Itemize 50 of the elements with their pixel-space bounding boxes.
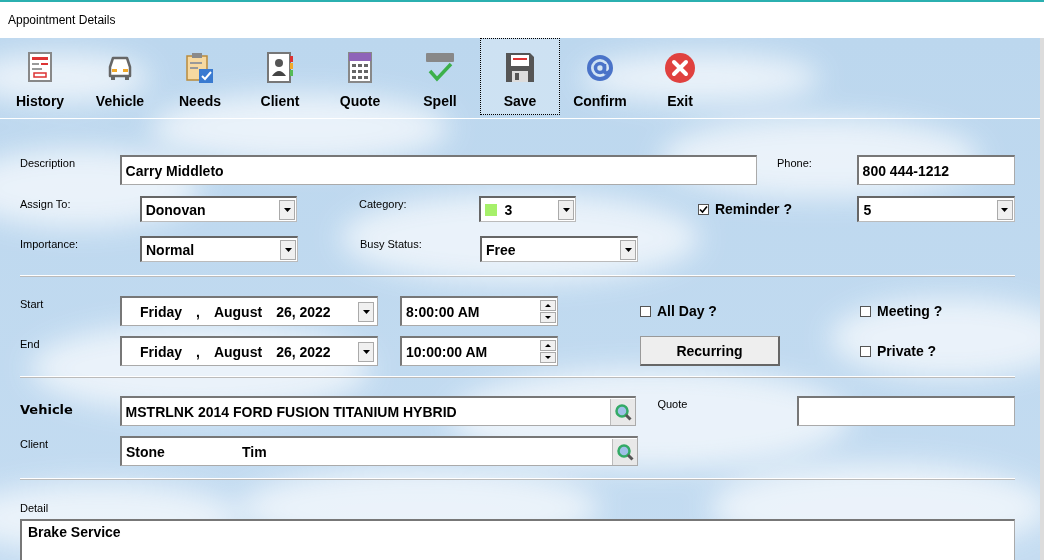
dropdown[interactable]: 5: [857, 196, 1015, 222]
toolbar-button[interactable]: Spell: [400, 38, 480, 115]
vehicle-field[interactable]: MSTRLNK 2014 FORD FUSION TITANIUM HYBRID: [119, 396, 636, 426]
field-label: Client: [20, 437, 50, 450]
field-label: Importance:: [20, 237, 80, 250]
time-field[interactable]: 8:00:00 AM: [400, 296, 558, 326]
date-picker[interactable]: Friday , August 26, 2022: [120, 336, 378, 366]
checkbox[interactable]: [640, 305, 651, 317]
dropdown[interactable]: Normal: [140, 236, 298, 262]
recurring-button[interactable]: Recurring: [640, 336, 780, 366]
field-label: Start: [20, 297, 45, 310]
dropdown[interactable]: Free: [480, 236, 638, 262]
field-label: Busy Status:: [360, 237, 423, 250]
toolbar-button[interactable]: Exit: [640, 38, 720, 115]
spin-buttons[interactable]: [540, 340, 556, 363]
field-label: Vehicle: [20, 401, 74, 417]
field-label: Detail: [20, 501, 49, 514]
time-field[interactable]: 10:00:00 AM: [400, 336, 558, 366]
field-label: Category:: [358, 197, 408, 210]
field-label: Phone:: [776, 156, 813, 169]
checkbox-label: Private ?: [877, 343, 937, 359]
checkbox-label: Reminder ?: [714, 201, 792, 217]
spin-buttons[interactable]: [540, 300, 556, 323]
field-label: Description: [20, 156, 77, 169]
search-icon[interactable]: [612, 438, 637, 465]
toolbar-button[interactable]: Save: [480, 38, 560, 115]
search-icon[interactable]: [609, 398, 635, 425]
checkbox[interactable]: [860, 345, 871, 357]
dropdown[interactable]: 3: [478, 196, 577, 222]
toolbar-button[interactable]: Needs: [160, 38, 240, 115]
checkbox[interactable]: [860, 305, 871, 317]
toolbar-button[interactable]: Vehicle: [80, 38, 160, 115]
checkbox-label: All Day ?: [657, 303, 717, 319]
phone-field[interactable]: 800 444-1212: [856, 155, 1015, 185]
description-field[interactable]: Carry Middleto: [119, 155, 757, 185]
toolbar-button[interactable]: History: [0, 38, 80, 115]
client-field[interactable]: Stone Tim: [120, 436, 638, 466]
checkbox[interactable]: [697, 203, 709, 215]
field-label: End: [20, 337, 41, 350]
checkbox-label: Meeting ?: [877, 303, 943, 319]
field-label: Assign To:: [20, 197, 72, 210]
field-label: Quote: [657, 397, 689, 410]
window-title: Appointment Details: [8, 13, 116, 27]
date-picker[interactable]: Friday , August 26, 2022: [120, 296, 378, 326]
detail-field[interactable]: Brake Service: [20, 519, 1015, 560]
dropdown[interactable]: Donovan: [139, 196, 298, 222]
toolbar-button[interactable]: Confirm: [560, 38, 640, 115]
toolbar-button[interactable]: Quote: [320, 38, 400, 115]
quote-field[interactable]: [796, 396, 1015, 426]
toolbar-button[interactable]: Client: [240, 38, 320, 115]
